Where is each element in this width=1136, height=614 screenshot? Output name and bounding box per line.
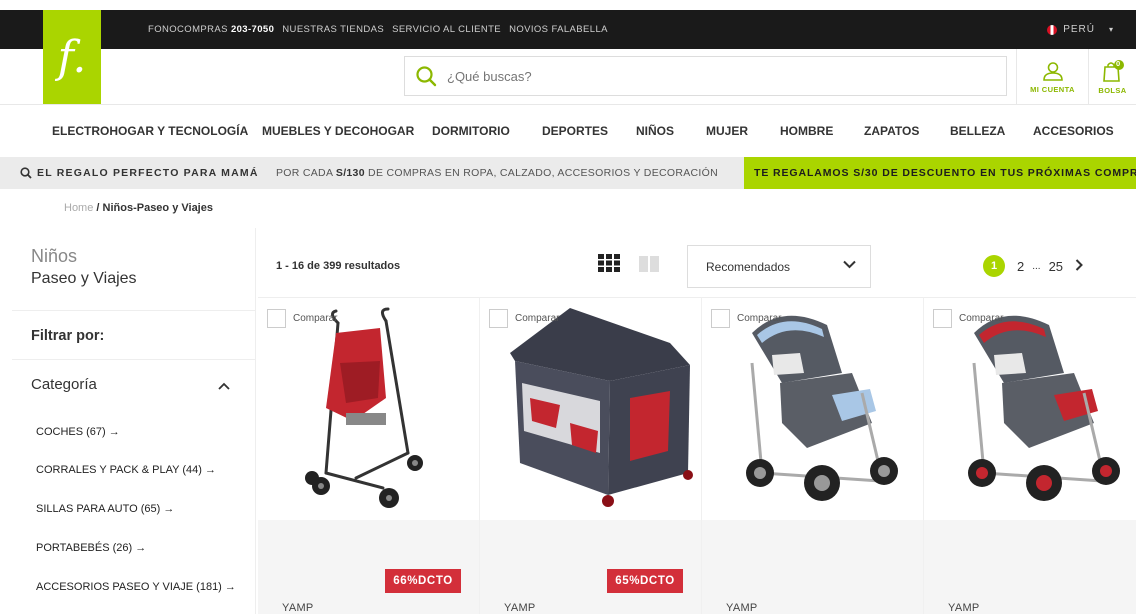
- country-selector[interactable]: PERÚ ▾: [1047, 10, 1114, 49]
- nav-electrohogar[interactable]: ELECTROHOGAR Y TECNOLOGÍA: [52, 124, 248, 138]
- page-2[interactable]: 2: [1017, 259, 1024, 274]
- category-nav: ELECTROHOGAR Y TECNOLOGÍA MUEBLES Y DECO…: [0, 105, 1136, 157]
- compare-checkbox[interactable]: [489, 309, 508, 328]
- novios-link[interactable]: NOVIOS FALABELLA: [509, 24, 608, 35]
- search-icon: [20, 167, 32, 179]
- product-brand: YAMP: [948, 602, 980, 614]
- compare-label[interactable]: Comparar: [737, 313, 781, 324]
- promo-bar[interactable]: EL REGALO PERFECTO PARA MAMÁ POR CADA S/…: [0, 157, 1136, 189]
- product-info-area: [258, 520, 479, 614]
- product-info-area: [480, 520, 701, 614]
- chevron-down-icon: ▾: [1108, 25, 1114, 34]
- divider: [12, 359, 255, 360]
- search-bar[interactable]: [404, 56, 1007, 96]
- search-input[interactable]: [447, 68, 1006, 84]
- sidebar-title-bottom: Paseo y Viajes: [31, 270, 137, 287]
- sidebar-title-top: Niños: [31, 246, 78, 266]
- top-links: FONOCOMPRAS 203-7050 NUESTRAS TIENDAS SE…: [148, 10, 608, 49]
- header: MI CUENTA 0 BOLSA: [0, 49, 1136, 105]
- customer-service-link[interactable]: SERVICIO AL CLIENTE: [392, 24, 501, 35]
- chevron-down-icon: [843, 258, 856, 272]
- breadcrumb-home[interactable]: Home: [64, 202, 93, 214]
- page-1[interactable]: 1: [983, 255, 1005, 277]
- product-card[interactable]: Comparar YAMP: [924, 297, 1136, 614]
- nav-deportes[interactable]: DEPORTES: [542, 124, 608, 138]
- top-bar: FONOCOMPRAS 203-7050 NUESTRAS TIENDAS SE…: [0, 10, 1136, 49]
- peru-flag-icon: [1047, 24, 1058, 35]
- page: FONOCOMPRAS 203-7050 NUESTRAS TIENDAS SE…: [0, 0, 1136, 614]
- nav-belleza[interactable]: BELLEZA: [950, 124, 1005, 138]
- bag-count: 0: [1116, 59, 1121, 68]
- nav-dormitorio[interactable]: DORMITORIO: [432, 124, 510, 138]
- product-info-area: [702, 520, 923, 614]
- product-grid: Comparar 66%DCTO YAMP Comparar 65%DCTO Y…: [258, 297, 1136, 614]
- user-icon: [1042, 61, 1063, 81]
- product-card[interactable]: Comparar YAMP: [702, 297, 924, 614]
- red-gray-stroller-image[interactable]: [934, 303, 1136, 513]
- bag-label: BOLSA: [1098, 85, 1127, 95]
- product-card[interactable]: Comparar 66%DCTO YAMP: [258, 297, 480, 614]
- page-25[interactable]: 25: [1049, 259, 1063, 274]
- red-umbrella-stroller-image[interactable]: [268, 303, 473, 513]
- grid-view-icon[interactable]: [598, 254, 620, 272]
- nav-accesorios[interactable]: ACCESORIOS: [1033, 124, 1114, 138]
- discount-badge: 66%DCTO: [385, 569, 461, 593]
- my-account-label: MI CUENTA: [1030, 84, 1075, 94]
- discount-badge: 65%DCTO: [607, 569, 683, 593]
- product-info-area: [924, 520, 1136, 614]
- chevron-up-icon[interactable]: [218, 378, 230, 393]
- phone-link[interactable]: FONOCOMPRAS 203-7050: [148, 24, 274, 35]
- product-brand: YAMP: [726, 602, 758, 614]
- next-page-icon[interactable]: [1075, 258, 1083, 274]
- category-item-corrales[interactable]: CORRALES Y PACK & PLAY (44) →: [36, 464, 216, 476]
- compare-checkbox[interactable]: [711, 309, 730, 328]
- promo-headline: EL REGALO PERFECTO PARA MAMÁ: [20, 167, 259, 179]
- divider: [12, 310, 255, 311]
- category-heading[interactable]: Categoría: [31, 376, 97, 393]
- filter-label: Filtrar por:: [31, 328, 105, 344]
- gray-red-play-yard-image[interactable]: [490, 303, 695, 513]
- nav-ninos[interactable]: NIÑOS: [636, 124, 674, 138]
- category-item-sillas[interactable]: SILLAS PARA AUTO (65) →: [36, 503, 174, 515]
- page-ellipsis: ...: [1032, 260, 1041, 272]
- category-item-accesorios[interactable]: ACCESORIOS PASEO Y VIAJE (181) →: [36, 581, 236, 593]
- promo-cta[interactable]: TE REGALAMOS S/30 DE DESCUENTO EN TUS PR…: [744, 157, 1136, 189]
- breadcrumb-current: Niños-Paseo y Viajes: [102, 202, 213, 214]
- compare-label[interactable]: Comparar: [515, 313, 559, 324]
- sidebar: Niños Paseo y Viajes Filtrar por: Catego…: [0, 228, 256, 614]
- nav-hombre[interactable]: HOMBRE: [780, 124, 833, 138]
- nav-mujer[interactable]: MUJER: [706, 124, 748, 138]
- sort-value: Recomendados: [706, 259, 791, 274]
- category-item-coches[interactable]: COCHES (67) →: [36, 426, 120, 438]
- product-brand: YAMP: [282, 602, 314, 614]
- product-brand: YAMP: [504, 602, 536, 614]
- pagination: 1 2 ... 25: [983, 255, 1083, 277]
- blue-gray-stroller-image[interactable]: [712, 303, 917, 513]
- results-count: 1 - 16 de 399 resultados: [276, 260, 401, 272]
- product-card[interactable]: Comparar 65%DCTO YAMP: [480, 297, 702, 614]
- large-grid-view-icon[interactable]: [639, 256, 659, 272]
- compare-label[interactable]: Comparar: [959, 313, 1003, 324]
- category-item-portabebes[interactable]: PORTABEBÉS (26) →: [36, 542, 146, 554]
- country-label: PERÚ: [1063, 24, 1095, 35]
- sort-select[interactable]: Recomendados: [687, 245, 871, 288]
- nav-zapatos[interactable]: ZAPATOS: [864, 124, 919, 138]
- bag-icon: [1102, 59, 1124, 82]
- bag-button[interactable]: 0 BOLSA: [1088, 49, 1136, 105]
- stores-link[interactable]: NUESTRAS TIENDAS: [282, 24, 384, 35]
- compare-checkbox[interactable]: [267, 309, 286, 328]
- search-icon[interactable]: [411, 61, 441, 91]
- compare-label[interactable]: Comparar: [293, 313, 337, 324]
- breadcrumb: Home / Niños-Paseo y Viajes: [64, 202, 213, 214]
- promo-detail: POR CADA S/130 DE COMPRAS EN ROPA, CALZA…: [276, 167, 718, 179]
- my-account-button[interactable]: MI CUENTA: [1016, 49, 1088, 105]
- nav-muebles[interactable]: MUEBLES Y DECOHOGAR: [262, 124, 414, 138]
- compare-checkbox[interactable]: [933, 309, 952, 328]
